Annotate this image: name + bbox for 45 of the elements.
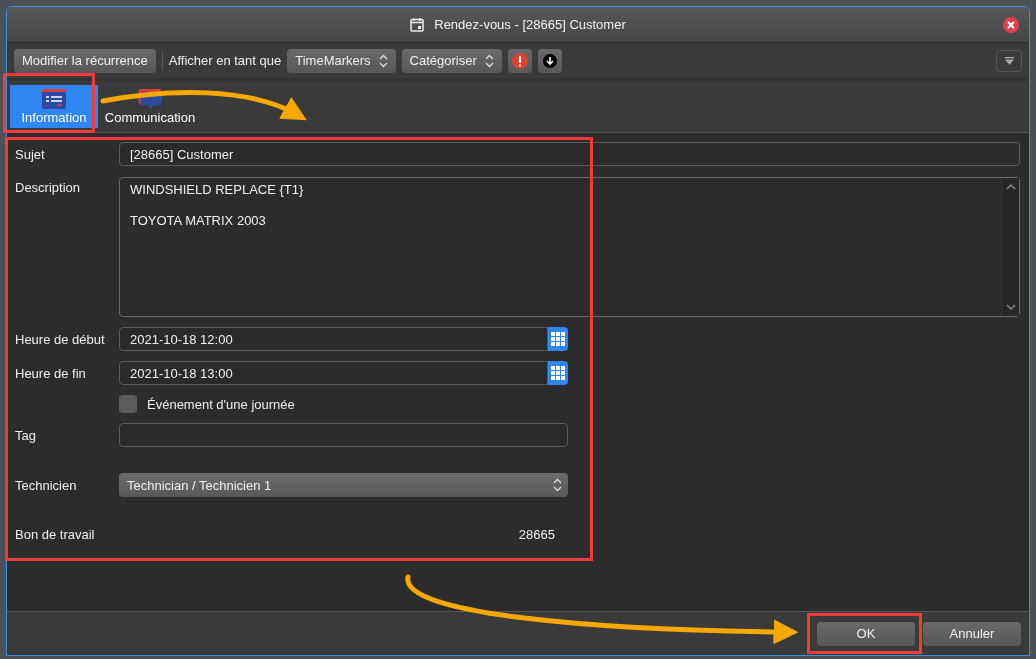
display-label: Afficher en tant que — [168, 53, 282, 68]
calendar-button[interactable] — [548, 327, 568, 351]
description-field[interactable]: WINDSHIELD REPLACE {T1} TOYOTA MATRIX 2003 — [119, 177, 1020, 317]
field-label: Description — [15, 179, 82, 195]
alert-icon — [511, 52, 528, 69]
list-card-icon — [42, 89, 66, 109]
priority-button[interactable] — [507, 48, 532, 73]
chevron-down-icon — [1006, 304, 1016, 310]
calendar-icon — [410, 17, 425, 32]
tab[interactable]: Communication — [100, 85, 200, 128]
field-label: Bon de travail — [15, 526, 96, 542]
low-priority-button[interactable] — [537, 48, 562, 73]
display-select[interactable]: TimeMarkers — [287, 48, 396, 73]
field-label: Tag — [15, 427, 37, 443]
dialog-button[interactable]: Annuler — [923, 621, 1021, 646]
field-label: Heure de fin — [15, 365, 87, 381]
recurrence-button[interactable]: Modifier la récurrence — [14, 48, 156, 73]
window-title: Rendez-vous - [28665] Customer — [434, 17, 626, 32]
date-time-field[interactable]: 2021-10-18 12:00 — [119, 327, 548, 351]
chat-bubble-icon — [138, 89, 162, 110]
scrollbar[interactable] — [1003, 178, 1019, 316]
checkbox-label: Événement d'une journée — [147, 396, 295, 412]
field-label: Sujet — [15, 146, 46, 162]
work-order-value: 28665 — [517, 526, 555, 542]
tag-field[interactable] — [119, 423, 568, 447]
date-time-field[interactable]: 2021-10-18 13:00 — [119, 361, 548, 385]
calendar-grid-icon — [551, 332, 565, 346]
calendar-button[interactable] — [548, 361, 568, 385]
chevron-icon — [484, 53, 494, 68]
checkbox[interactable] — [119, 395, 137, 413]
close-button[interactable] — [1003, 17, 1019, 33]
chevron-up-icon — [1006, 184, 1016, 190]
field-label: Heure de début — [15, 331, 106, 347]
subject-field[interactable]: [28665] Customer — [119, 142, 1020, 166]
dialog-button[interactable]: OK — [817, 621, 915, 646]
categorize-select[interactable]: Catégoriser — [401, 48, 502, 73]
chevron-icon — [378, 53, 388, 68]
tab[interactable]: Information — [10, 85, 98, 128]
field-label: Technicien — [15, 477, 78, 493]
calendar-grid-icon — [551, 366, 565, 380]
collapse-button[interactable] — [996, 49, 1022, 72]
technician-select[interactable]: Technician / Technicien 1 — [119, 473, 568, 497]
close-icon — [1007, 21, 1015, 29]
triangle-icon — [1004, 56, 1014, 65]
chevron-icon — [553, 478, 562, 492]
